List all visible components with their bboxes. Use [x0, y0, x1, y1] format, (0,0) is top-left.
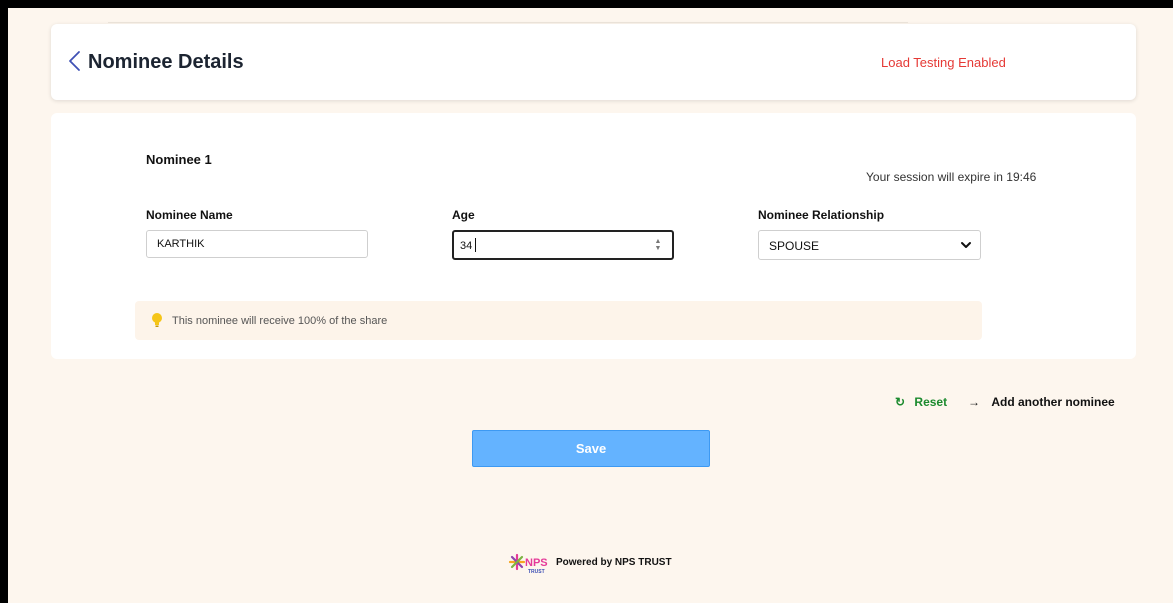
- app-frame: Nominee Details Load Testing Enabled Nom…: [8, 8, 1173, 603]
- header-card: Nominee Details Load Testing Enabled: [51, 24, 1136, 100]
- nps-logo-subtext: TRUST: [528, 569, 545, 575]
- age-label: Age: [452, 208, 475, 222]
- nominee-heading: Nominee 1: [146, 152, 212, 167]
- top-strip: [108, 8, 908, 23]
- reset-icon: ↻: [895, 395, 906, 409]
- relationship-label: Nominee Relationship: [758, 208, 885, 222]
- age-input[interactable]: 34 ▲ ▼: [452, 230, 674, 260]
- share-info-banner: This nominee will receive 100% of the sh…: [135, 301, 982, 340]
- reset-label: Reset: [914, 395, 948, 409]
- age-value: 34: [460, 240, 473, 252]
- number-spinner-icon[interactable]: ▲ ▼: [654, 238, 662, 252]
- chevron-left-icon[interactable]: [67, 49, 83, 73]
- load-testing-status: Load Testing Enabled: [881, 55, 1006, 70]
- nps-logo-text: NPS: [525, 557, 548, 569]
- relationship-select[interactable]: SPOUSE: [758, 230, 981, 260]
- nominee-form-card: Nominee 1 Your session will expire in 19…: [51, 113, 1136, 359]
- add-nominee-button[interactable]: → Add another nominee: [968, 395, 1115, 409]
- lightbulb-icon: [152, 313, 162, 327]
- nps-logo: NPS TRUST: [508, 553, 548, 575]
- chevron-down-icon: [961, 242, 971, 248]
- add-nominee-label: Add another nominee: [991, 395, 1115, 409]
- relationship-value: SPOUSE: [769, 239, 820, 253]
- nominee-name-input[interactable]: [146, 230, 368, 258]
- arrow-right-icon: →: [968, 395, 980, 409]
- nominee-name-label: Nominee Name: [146, 208, 233, 222]
- powered-by-text: Powered by NPS TRUST: [556, 557, 672, 568]
- share-info-text: This nominee will receive 100% of the sh…: [172, 315, 388, 327]
- session-expiry-text: Your session will expire in 19:46: [866, 170, 1037, 184]
- page-title: Nominee Details: [88, 51, 244, 73]
- reset-button[interactable]: ↻ Reset: [895, 395, 947, 409]
- save-button[interactable]: Save: [472, 430, 710, 467]
- text-caret: [475, 238, 476, 252]
